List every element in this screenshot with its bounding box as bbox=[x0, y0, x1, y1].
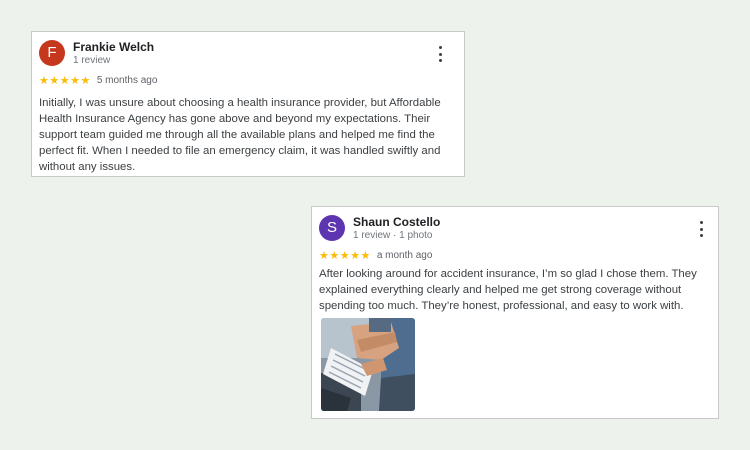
review-time: a month ago bbox=[376, 250, 433, 261]
reviewer-name[interactable]: Frankie Welch bbox=[73, 40, 154, 54]
reviewer-meta: 1 review bbox=[73, 55, 111, 66]
review-time: 5 months ago bbox=[96, 75, 158, 86]
review-text: After looking around for accident insura… bbox=[319, 268, 697, 312]
review-text: Initially, I was unsure about choosing a… bbox=[39, 97, 441, 173]
star-rating: ★★★★★ bbox=[319, 250, 371, 262]
review-card: F Frankie Welch 1 review ★★★★★ 5 months … bbox=[31, 31, 465, 177]
star-rating: ★★★★★ bbox=[39, 75, 91, 87]
review-card: S Shaun Costello 1 review · 1 photo ★★★★… bbox=[311, 206, 719, 419]
avatar[interactable]: S bbox=[319, 215, 345, 241]
reviewer-meta: 1 review · 1 photo bbox=[353, 230, 433, 241]
rating-row: ★★★★★ a month ago bbox=[319, 249, 432, 262]
review-photo[interactable] bbox=[321, 318, 415, 411]
more-vert-icon[interactable] bbox=[436, 46, 444, 62]
rating-row: ★★★★★ 5 months ago bbox=[39, 74, 157, 87]
avatar[interactable]: F bbox=[39, 40, 65, 66]
reviewer-name[interactable]: Shaun Costello bbox=[353, 215, 440, 229]
more-vert-icon[interactable] bbox=[697, 221, 705, 237]
